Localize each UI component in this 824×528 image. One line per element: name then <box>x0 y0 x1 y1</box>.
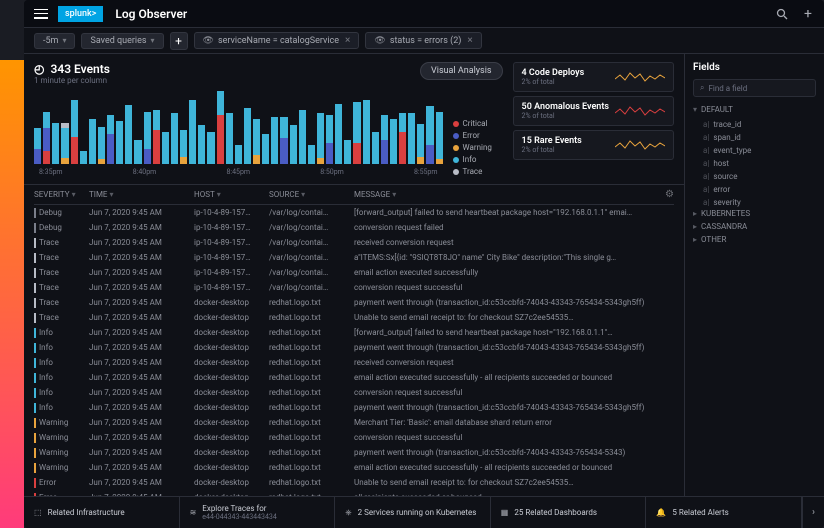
log-row[interactable]: TraceJun 7, 2020 9:45 AMip-10-4-89-157…/… <box>34 235 674 250</box>
time-range-picker[interactable]: -5m▾ <box>34 33 75 49</box>
log-row[interactable]: ErrorJun 7, 2020 9:45 AMdocker-desktopre… <box>34 475 674 490</box>
log-row[interactable]: InfoJun 7, 2020 9:45 AMdocker-desktopred… <box>34 400 674 415</box>
footer-link[interactable]: ⬚Related Infrastructure <box>24 497 180 528</box>
field-section-header[interactable]: ▸OTHER <box>693 235 816 244</box>
field-type-icon: a| <box>703 133 709 142</box>
traces-icon: ≋ <box>190 508 197 517</box>
events-count: ◴ 343 Events <box>34 62 110 76</box>
log-row[interactable]: WarningJun 7, 2020 9:45 AMdocker-desktop… <box>34 445 674 460</box>
sparkline <box>615 103 665 119</box>
legend-item[interactable]: Info <box>453 155 503 164</box>
field-section-header[interactable]: ▸KUBERNETES <box>693 209 816 218</box>
legend-item[interactable]: Warning <box>453 143 503 152</box>
stat-card[interactable]: 4 Code Deploys2% of total <box>513 62 674 92</box>
visual-analysis-button[interactable]: Visual Analysis <box>420 62 503 80</box>
footer-link[interactable]: ⎈2 Services running on Kubernetes <box>335 497 491 528</box>
log-row[interactable]: InfoJun 7, 2020 9:45 AMdocker-desktopred… <box>34 370 674 385</box>
brand-logo: splunk> <box>58 6 103 22</box>
field-type-icon: a| <box>703 198 709 207</box>
field-section-header[interactable]: ▸CASSANDRA <box>693 222 816 231</box>
field-item[interactable]: a|event_type <box>693 144 816 157</box>
events-histogram[interactable] <box>34 89 443 164</box>
chart-x-axis: 8:35pm8:40pm8:45pm8:50pm8:55pm <box>34 168 443 176</box>
field-type-icon: a| <box>703 159 709 168</box>
footer-link[interactable]: 🔔5 Related Alerts <box>646 497 802 528</box>
table-header: SEVERITY▾ TIME▾ HOST▾ SOURCE▾ MESSAGE▾ ⚙ <box>34 185 674 205</box>
field-item[interactable]: a|source <box>693 170 816 183</box>
log-row[interactable]: InfoJun 7, 2020 9:45 AMdocker-desktopred… <box>34 385 674 400</box>
bell-icon: 🔔 <box>656 508 666 517</box>
log-row[interactable]: WarningJun 7, 2020 9:45 AMdocker-desktop… <box>34 430 674 445</box>
add-filter-button[interactable]: + <box>170 32 188 50</box>
col-source[interactable]: SOURCE▾ <box>269 189 354 200</box>
log-row[interactable]: InfoJun 7, 2020 9:45 AMdocker-desktopred… <box>34 325 674 340</box>
field-item[interactable]: a|severity <box>693 196 816 209</box>
page-title: Log Observer <box>115 7 187 21</box>
events-subtitle: 1 minute per column <box>34 76 110 85</box>
field-type-icon: a| <box>703 172 709 181</box>
col-time[interactable]: TIME▾ <box>89 189 194 200</box>
search-icon[interactable] <box>776 8 788 20</box>
log-row[interactable]: TraceJun 7, 2020 9:45 AMip-10-4-89-157…/… <box>34 265 674 280</box>
sparkline <box>615 69 665 85</box>
field-type-icon: a| <box>703 120 709 129</box>
dash-icon: ▦ <box>501 508 509 517</box>
field-item[interactable]: a|span_id <box>693 131 816 144</box>
sparkline <box>615 137 665 153</box>
filter-chip[interactable]: 👁status = errors (2)× <box>365 32 481 49</box>
filter-chip[interactable]: 👁serviceName = catalogService× <box>194 32 360 49</box>
field-item[interactable]: a|host <box>693 157 816 170</box>
chart-legend: Critical Error Warning Info Trace <box>453 104 503 176</box>
search-icon: ⌕ <box>700 83 704 93</box>
footer-link[interactable]: ≋Explore Traces fore44-044343-443443434 <box>180 497 336 528</box>
log-row[interactable]: TraceJun 7, 2020 9:45 AMip-10-4-89-157…/… <box>34 250 674 265</box>
menu-button[interactable] <box>34 9 48 19</box>
log-row[interactable]: DebugJun 7, 2020 9:45 AMip-10-4-89-157…/… <box>34 205 674 220</box>
col-severity[interactable]: SEVERITY▾ <box>34 189 89 200</box>
stat-card[interactable]: 50 Anomalous Events2% of total <box>513 96 674 126</box>
legend-item[interactable]: Error <box>453 131 503 140</box>
fields-panel-title: Fields <box>693 62 816 73</box>
log-row[interactable]: TraceJun 7, 2020 9:45 AMip-10-4-89-157…/… <box>34 280 674 295</box>
table-settings-icon[interactable]: ⚙ <box>665 189 674 200</box>
add-icon[interactable]: + <box>802 8 814 20</box>
close-icon[interactable]: × <box>345 35 350 46</box>
log-row[interactable]: InfoJun 7, 2020 9:45 AMdocker-desktopred… <box>34 340 674 355</box>
find-field-input[interactable]: ⌕ Find a field <box>693 79 816 97</box>
col-host[interactable]: HOST▾ <box>194 189 269 200</box>
log-row[interactable]: TraceJun 7, 2020 9:45 AMdocker-desktopre… <box>34 310 674 325</box>
field-item[interactable]: a|trace_id <box>693 118 816 131</box>
footer-link[interactable]: ▦25 Related Dashboards <box>491 497 647 528</box>
services-icon: ⎈ <box>345 508 351 518</box>
log-row[interactable]: DebugJun 7, 2020 9:45 AMip-10-4-89-157…/… <box>34 220 674 235</box>
close-icon[interactable]: × <box>467 35 472 46</box>
log-row[interactable]: WarningJun 7, 2020 9:45 AMdocker-desktop… <box>34 415 674 430</box>
field-type-icon: a| <box>703 185 709 194</box>
stat-card[interactable]: 15 Rare Events2% of total <box>513 130 674 160</box>
log-row[interactable]: WarningJun 7, 2020 9:45 AMdocker-desktop… <box>34 460 674 475</box>
saved-queries-button[interactable]: Saved queries▾ <box>81 33 163 49</box>
col-message[interactable]: MESSAGE▾ <box>354 189 665 200</box>
field-item[interactable]: a|error <box>693 183 816 196</box>
log-row[interactable]: TraceJun 7, 2020 9:45 AMdocker-desktopre… <box>34 295 674 310</box>
clock-icon: ◴ <box>34 62 44 76</box>
legend-item[interactable]: Trace <box>453 167 503 176</box>
field-type-icon: a| <box>703 146 709 155</box>
legend-item[interactable]: Critical <box>453 119 503 128</box>
cube-icon: ⬚ <box>34 508 42 517</box>
footer-expand-icon[interactable]: › <box>802 497 824 528</box>
field-section-header[interactable]: ▾DEFAULT <box>693 105 816 114</box>
log-row[interactable]: InfoJun 7, 2020 9:45 AMdocker-desktopred… <box>34 355 674 370</box>
